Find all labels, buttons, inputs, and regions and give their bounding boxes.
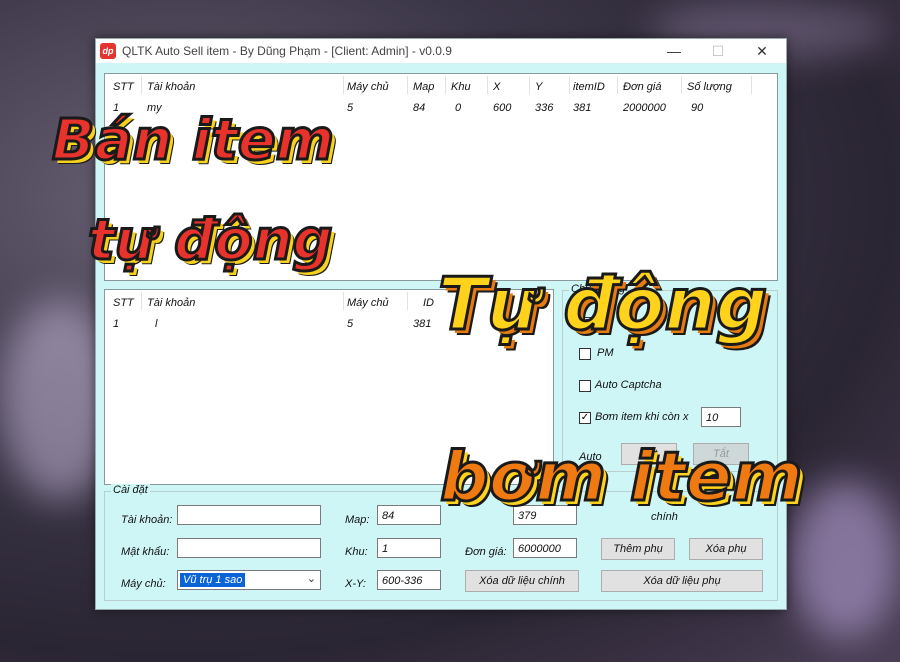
table-cell: l [155, 318, 158, 330]
background-glow [790, 480, 900, 640]
overlay-title-line3: Tự động [436, 261, 768, 348]
table-cell: 0 [455, 102, 462, 114]
delete-sub-button[interactable]: Xóa phụ [689, 538, 763, 560]
column-header[interactable]: Máy chủ [347, 297, 389, 309]
column-header[interactable]: Khu [451, 81, 471, 93]
column-header[interactable]: ID [423, 297, 434, 309]
map-label: Map: [345, 514, 370, 526]
table-cell: 336 [535, 102, 554, 114]
server-select[interactable]: Vũ trụ 1 sao ⌄ [177, 570, 321, 590]
account-input[interactable] [177, 505, 321, 525]
table-cell: 5 [347, 102, 354, 114]
pump-threshold-input[interactable]: 10 [701, 407, 741, 427]
clear-sub-data-button[interactable]: Xóa dữ liệu phụ [601, 570, 763, 592]
feature-label: PM [597, 347, 614, 359]
table-cell: 5 [347, 318, 354, 330]
zone-label: Khu: [345, 546, 368, 558]
auto-captcha-label: Auto Captcha [595, 379, 662, 391]
app-logo-icon: dp [100, 43, 116, 59]
zone-input[interactable]: 1 [377, 538, 441, 558]
minimize-button[interactable]: — [652, 39, 696, 63]
column-header[interactable]: Y [535, 81, 542, 93]
column-header[interactable]: Tài khoản [147, 297, 195, 309]
column-header[interactable]: Số lượng [687, 81, 732, 93]
table-cell: 381 [413, 318, 432, 330]
column-header[interactable]: STT [113, 297, 134, 309]
auto-captcha-checkbox[interactable] [579, 380, 591, 392]
account-label: Tài khoản: [121, 514, 173, 526]
map-input[interactable]: 84 [377, 505, 441, 525]
window-title: QLTK Auto Sell item - By Dũng Phạm - [Cl… [122, 44, 452, 58]
feature-checkbox[interactable] [579, 348, 591, 360]
table-cell: 381 [573, 102, 592, 114]
xy-input[interactable]: 600-336 [377, 570, 441, 590]
title-bar[interactable]: dp QLTK Auto Sell item - By Dũng Phạm - … [96, 39, 786, 63]
table-cell: 1 [113, 318, 120, 330]
column-header[interactable]: itemID [573, 81, 605, 93]
overlay-title-line1: Bán item [50, 107, 335, 175]
maximize-button[interactable]: ☐ [696, 39, 740, 63]
column-header[interactable]: Đơn giá [623, 81, 661, 93]
table-cell: 90 [691, 102, 704, 114]
table-cell: 2000000 [623, 102, 666, 114]
price-input[interactable]: 6000000 [513, 538, 577, 558]
group-label: Cài đặt [111, 484, 150, 496]
pump-item-label: Bơm item khi còn x [595, 411, 689, 423]
overlay-title-line2: tự động [87, 207, 335, 275]
overlay-title-line4: bơm item [439, 437, 805, 519]
server-label: Máy chủ: [121, 578, 166, 590]
column-header[interactable]: Map [413, 81, 434, 93]
close-button[interactable]: ✕ [740, 39, 784, 63]
password-label: Mật khẩu: [121, 546, 170, 558]
column-header[interactable]: STT [113, 81, 134, 93]
add-sub-button[interactable]: Thêm phụ [601, 538, 675, 560]
table-cell: 600 [493, 102, 512, 114]
chevron-down-icon: ⌄ [306, 573, 316, 585]
column-header[interactable]: Tài khoản [147, 81, 195, 93]
column-header[interactable]: Máy chủ [347, 81, 389, 93]
server-selected-value: Vũ trụ 1 sao [180, 573, 246, 587]
pump-item-checkbox[interactable]: ✓ [579, 412, 591, 424]
table-cell: 84 [413, 102, 426, 114]
xy-label: X-Y: [345, 578, 366, 590]
clear-main-data-button[interactable]: Xóa dữ liệu chính [465, 570, 579, 592]
password-input[interactable] [177, 538, 321, 558]
price-label: Đơn giá: [465, 546, 507, 558]
column-header[interactable]: X [493, 81, 500, 93]
